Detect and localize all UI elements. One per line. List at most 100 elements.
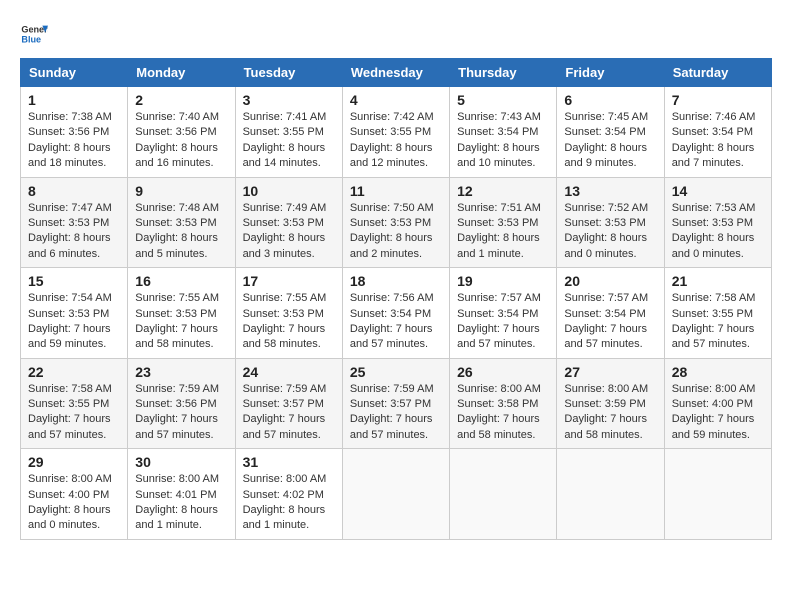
day-number: 25	[350, 364, 442, 380]
calendar-cell: 7 Sunrise: 7:46 AM Sunset: 3:54 PM Dayli…	[664, 87, 771, 178]
calendar-day-header: Wednesday	[342, 59, 449, 87]
calendar-day-header: Tuesday	[235, 59, 342, 87]
day-info: Sunrise: 8:00 AM Sunset: 4:00 PM Dayligh…	[28, 472, 120, 534]
day-number: 6	[564, 92, 656, 108]
day-info: Sunrise: 7:43 AM Sunset: 3:54 PM Dayligh…	[457, 110, 549, 172]
day-number: 3	[243, 92, 335, 108]
day-info: Sunrise: 7:59 AM Sunset: 3:57 PM Dayligh…	[350, 382, 442, 444]
day-number: 4	[350, 92, 442, 108]
day-info: Sunrise: 8:00 AM Sunset: 4:01 PM Dayligh…	[135, 472, 227, 534]
day-info: Sunrise: 8:00 AM Sunset: 3:59 PM Dayligh…	[564, 382, 656, 444]
day-info: Sunrise: 7:56 AM Sunset: 3:54 PM Dayligh…	[350, 291, 442, 353]
day-number: 28	[672, 364, 764, 380]
svg-text:Blue: Blue	[21, 34, 41, 44]
day-info: Sunrise: 7:45 AM Sunset: 3:54 PM Dayligh…	[564, 110, 656, 172]
calendar-cell: 15 Sunrise: 7:54 AM Sunset: 3:53 PM Dayl…	[21, 268, 128, 359]
day-number: 9	[135, 183, 227, 199]
calendar-body: 1 Sunrise: 7:38 AM Sunset: 3:56 PM Dayli…	[21, 87, 772, 540]
day-number: 29	[28, 454, 120, 470]
calendar-cell: 26 Sunrise: 8:00 AM Sunset: 3:58 PM Dayl…	[450, 358, 557, 449]
day-info: Sunrise: 7:41 AM Sunset: 3:55 PM Dayligh…	[243, 110, 335, 172]
calendar-cell: 16 Sunrise: 7:55 AM Sunset: 3:53 PM Dayl…	[128, 268, 235, 359]
day-number: 31	[243, 454, 335, 470]
day-info: Sunrise: 7:58 AM Sunset: 3:55 PM Dayligh…	[672, 291, 764, 353]
day-info: Sunrise: 7:49 AM Sunset: 3:53 PM Dayligh…	[243, 201, 335, 263]
day-info: Sunrise: 7:57 AM Sunset: 3:54 PM Dayligh…	[457, 291, 549, 353]
calendar-cell	[664, 449, 771, 540]
day-number: 8	[28, 183, 120, 199]
calendar-cell: 5 Sunrise: 7:43 AM Sunset: 3:54 PM Dayli…	[450, 87, 557, 178]
calendar-cell: 25 Sunrise: 7:59 AM Sunset: 3:57 PM Dayl…	[342, 358, 449, 449]
day-info: Sunrise: 7:40 AM Sunset: 3:56 PM Dayligh…	[135, 110, 227, 172]
page-header: General Blue	[20, 20, 772, 48]
calendar-cell	[557, 449, 664, 540]
calendar-cell: 1 Sunrise: 7:38 AM Sunset: 3:56 PM Dayli…	[21, 87, 128, 178]
calendar-cell: 14 Sunrise: 7:53 AM Sunset: 3:53 PM Dayl…	[664, 177, 771, 268]
day-number: 21	[672, 273, 764, 289]
day-info: Sunrise: 7:50 AM Sunset: 3:53 PM Dayligh…	[350, 201, 442, 263]
day-info: Sunrise: 7:52 AM Sunset: 3:53 PM Dayligh…	[564, 201, 656, 263]
calendar-cell: 17 Sunrise: 7:55 AM Sunset: 3:53 PM Dayl…	[235, 268, 342, 359]
day-info: Sunrise: 8:00 AM Sunset: 4:00 PM Dayligh…	[672, 382, 764, 444]
calendar-day-header: Friday	[557, 59, 664, 87]
day-number: 23	[135, 364, 227, 380]
day-info: Sunrise: 7:51 AM Sunset: 3:53 PM Dayligh…	[457, 201, 549, 263]
day-number: 22	[28, 364, 120, 380]
day-number: 19	[457, 273, 549, 289]
day-number: 7	[672, 92, 764, 108]
calendar-cell: 28 Sunrise: 8:00 AM Sunset: 4:00 PM Dayl…	[664, 358, 771, 449]
calendar-cell	[342, 449, 449, 540]
calendar-cell: 9 Sunrise: 7:48 AM Sunset: 3:53 PM Dayli…	[128, 177, 235, 268]
calendar-cell: 12 Sunrise: 7:51 AM Sunset: 3:53 PM Dayl…	[450, 177, 557, 268]
day-number: 10	[243, 183, 335, 199]
day-number: 2	[135, 92, 227, 108]
calendar-cell: 13 Sunrise: 7:52 AM Sunset: 3:53 PM Dayl…	[557, 177, 664, 268]
day-info: Sunrise: 7:57 AM Sunset: 3:54 PM Dayligh…	[564, 291, 656, 353]
calendar-cell: 24 Sunrise: 7:59 AM Sunset: 3:57 PM Dayl…	[235, 358, 342, 449]
calendar-cell: 23 Sunrise: 7:59 AM Sunset: 3:56 PM Dayl…	[128, 358, 235, 449]
calendar-cell: 20 Sunrise: 7:57 AM Sunset: 3:54 PM Dayl…	[557, 268, 664, 359]
calendar-week-row: 29 Sunrise: 8:00 AM Sunset: 4:00 PM Dayl…	[21, 449, 772, 540]
calendar-cell: 6 Sunrise: 7:45 AM Sunset: 3:54 PM Dayli…	[557, 87, 664, 178]
day-number: 30	[135, 454, 227, 470]
calendar-cell: 19 Sunrise: 7:57 AM Sunset: 3:54 PM Dayl…	[450, 268, 557, 359]
day-info: Sunrise: 7:47 AM Sunset: 3:53 PM Dayligh…	[28, 201, 120, 263]
day-number: 24	[243, 364, 335, 380]
day-info: Sunrise: 7:55 AM Sunset: 3:53 PM Dayligh…	[135, 291, 227, 353]
calendar-cell: 21 Sunrise: 7:58 AM Sunset: 3:55 PM Dayl…	[664, 268, 771, 359]
day-number: 20	[564, 273, 656, 289]
day-info: Sunrise: 7:46 AM Sunset: 3:54 PM Dayligh…	[672, 110, 764, 172]
calendar-cell: 8 Sunrise: 7:47 AM Sunset: 3:53 PM Dayli…	[21, 177, 128, 268]
calendar-cell: 10 Sunrise: 7:49 AM Sunset: 3:53 PM Dayl…	[235, 177, 342, 268]
calendar-day-header: Sunday	[21, 59, 128, 87]
day-number: 15	[28, 273, 120, 289]
day-info: Sunrise: 7:53 AM Sunset: 3:53 PM Dayligh…	[672, 201, 764, 263]
day-number: 11	[350, 183, 442, 199]
calendar-day-header: Monday	[128, 59, 235, 87]
calendar-cell: 31 Sunrise: 8:00 AM Sunset: 4:02 PM Dayl…	[235, 449, 342, 540]
calendar-week-row: 8 Sunrise: 7:47 AM Sunset: 3:53 PM Dayli…	[21, 177, 772, 268]
day-number: 12	[457, 183, 549, 199]
day-info: Sunrise: 8:00 AM Sunset: 3:58 PM Dayligh…	[457, 382, 549, 444]
day-info: Sunrise: 8:00 AM Sunset: 4:02 PM Dayligh…	[243, 472, 335, 534]
day-number: 14	[672, 183, 764, 199]
day-info: Sunrise: 7:59 AM Sunset: 3:57 PM Dayligh…	[243, 382, 335, 444]
day-number: 18	[350, 273, 442, 289]
calendar-cell: 29 Sunrise: 8:00 AM Sunset: 4:00 PM Dayl…	[21, 449, 128, 540]
calendar-week-row: 22 Sunrise: 7:58 AM Sunset: 3:55 PM Dayl…	[21, 358, 772, 449]
day-number: 16	[135, 273, 227, 289]
calendar-cell: 30 Sunrise: 8:00 AM Sunset: 4:01 PM Dayl…	[128, 449, 235, 540]
calendar-cell: 18 Sunrise: 7:56 AM Sunset: 3:54 PM Dayl…	[342, 268, 449, 359]
calendar-cell: 27 Sunrise: 8:00 AM Sunset: 3:59 PM Dayl…	[557, 358, 664, 449]
calendar-cell: 4 Sunrise: 7:42 AM Sunset: 3:55 PM Dayli…	[342, 87, 449, 178]
day-number: 1	[28, 92, 120, 108]
logo: General Blue	[20, 20, 48, 48]
day-number: 17	[243, 273, 335, 289]
calendar-cell: 2 Sunrise: 7:40 AM Sunset: 3:56 PM Dayli…	[128, 87, 235, 178]
day-info: Sunrise: 7:58 AM Sunset: 3:55 PM Dayligh…	[28, 382, 120, 444]
day-info: Sunrise: 7:54 AM Sunset: 3:53 PM Dayligh…	[28, 291, 120, 353]
calendar-week-row: 15 Sunrise: 7:54 AM Sunset: 3:53 PM Dayl…	[21, 268, 772, 359]
day-info: Sunrise: 7:42 AM Sunset: 3:55 PM Dayligh…	[350, 110, 442, 172]
calendar-week-row: 1 Sunrise: 7:38 AM Sunset: 3:56 PM Dayli…	[21, 87, 772, 178]
day-number: 27	[564, 364, 656, 380]
